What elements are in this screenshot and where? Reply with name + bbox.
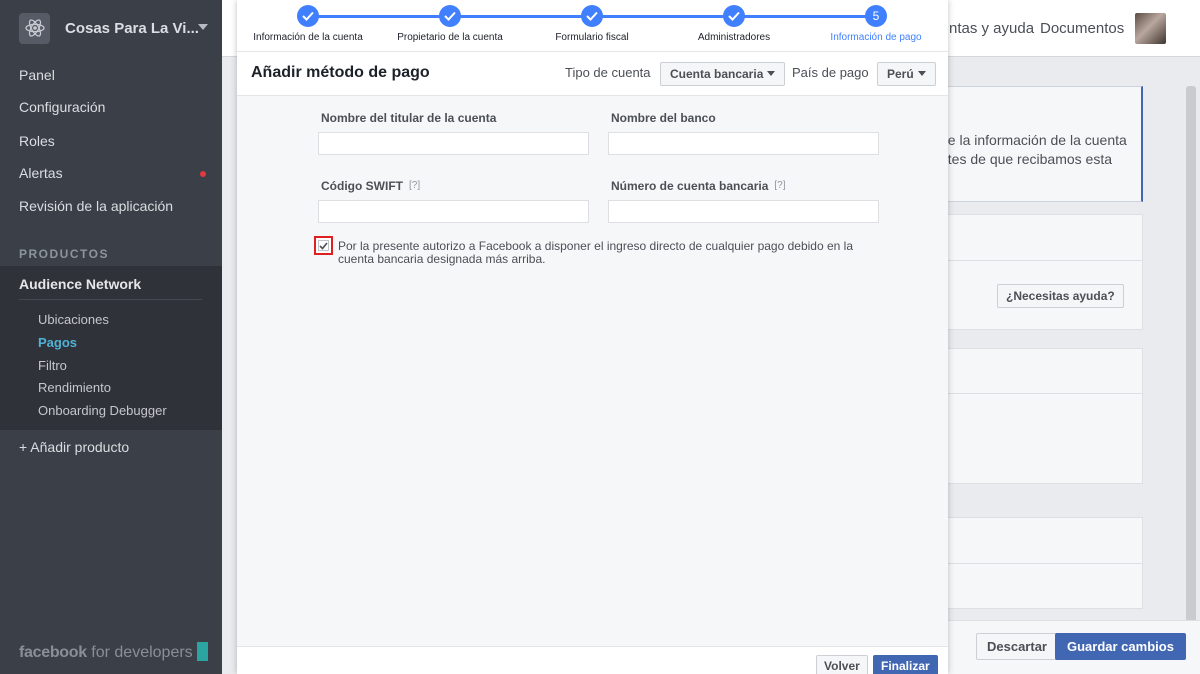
chevron-down-icon[interactable] [198, 24, 208, 30]
country-label: País de pago [792, 65, 869, 80]
topbar-link-help[interactable]: ntas y ayuda [949, 20, 1034, 37]
account-type-label: Tipo de cuenta [565, 65, 651, 80]
sidebar-item-configuracion[interactable]: Configuración [19, 99, 105, 115]
back-button[interactable]: Volver [816, 655, 868, 674]
app-name: Cosas Para La Vi... [65, 19, 199, 37]
dialog-body: Nombre del titular de la cuenta Nombre d… [237, 96, 948, 646]
info-text: ne la información de la cuenta ntes de q… [940, 132, 1127, 167]
step-5-number: 5 [865, 5, 887, 27]
country-dropdown[interactable]: Perú [877, 62, 936, 86]
swift-code-input[interactable] [318, 200, 589, 223]
account-number-label: Número de cuenta bancaria [?] [611, 179, 786, 193]
sidebar-item-alertas[interactable]: Alertas [19, 165, 63, 181]
finish-button[interactable]: Finalizar [873, 655, 938, 674]
consent-text: Por la presente autorizo a Facebook a di… [338, 239, 854, 266]
sidebar-subitem-rendimiento[interactable]: Rendimiento [38, 380, 111, 395]
consent-checkbox[interactable] [314, 236, 333, 255]
sidebar-subitem-pagos[interactable]: Pagos [38, 335, 77, 350]
step-label-3[interactable]: Formulario fiscal [555, 32, 628, 43]
avatar[interactable] [1135, 13, 1166, 44]
alert-badge-dot [200, 171, 206, 177]
bg-card [930, 214, 1143, 330]
dialog-footer: Volver Finalizar [237, 646, 948, 674]
account-type-dropdown[interactable]: Cuenta bancaria [660, 62, 786, 86]
save-changes-button[interactable]: Guardar cambios [1055, 633, 1186, 660]
facebook-developers-logo[interactable]: facebook for developers [19, 642, 208, 662]
sidebar-item-panel[interactable]: Panel [19, 67, 55, 83]
sidebar: Cosas Para La Vi... Panel Configuración … [0, 0, 222, 674]
sidebar-subitem-filtro[interactable]: Filtro [38, 358, 67, 373]
step-label-4[interactable]: Administradores [698, 32, 770, 43]
topbar-link-docs[interactable]: Documentos [1040, 20, 1124, 37]
help-button[interactable]: ¿Necesitas ayuda? [997, 284, 1124, 308]
product-audience-network[interactable]: Audience Network [19, 276, 141, 292]
product-group: Audience Network Ubicaciones Pagos Filtr… [0, 266, 222, 430]
step-label-1[interactable]: Información de la cuenta [253, 32, 363, 43]
holder-name-label: Nombre del titular de la cuenta [321, 111, 497, 125]
brand-square-icon [196, 642, 208, 661]
caret-down-icon [917, 71, 926, 76]
holder-name-input[interactable] [318, 132, 589, 155]
dialog-title: Añadir método de pago [251, 64, 430, 81]
swift-code-label: Código SWIFT [?] [321, 179, 421, 193]
add-product-link[interactable]: + Añadir producto [19, 439, 129, 455]
products-section-title: PRODUCTOS [19, 247, 109, 261]
discard-button[interactable]: Descartar [976, 633, 1058, 660]
sidebar-subitem-ubicaciones[interactable]: Ubicaciones [38, 312, 109, 327]
payment-method-dialog: 5 Información de la cuenta Propietario d… [237, 0, 948, 674]
bank-name-label: Nombre del banco [611, 111, 716, 125]
dialog-header: Añadir método de pago Tipo de cuenta Cue… [237, 53, 948, 96]
step-label-5: Información de pago [830, 32, 922, 43]
bank-name-input[interactable] [608, 132, 879, 155]
step-2-check-icon[interactable] [439, 5, 461, 27]
step-label-2[interactable]: Propietario de la cuenta [397, 32, 503, 43]
help-tooltip-icon[interactable]: [?] [774, 180, 785, 191]
step-4-check-icon[interactable] [723, 5, 745, 27]
progress-stepper: 5 Información de la cuenta Propietario d… [237, 0, 948, 52]
divider [930, 563, 1143, 564]
scrollbar[interactable] [1186, 86, 1196, 646]
checkmark-icon [318, 240, 329, 251]
sidebar-subitem-onboarding-debugger[interactable]: Onboarding Debugger [38, 403, 167, 418]
account-number-input[interactable] [608, 200, 879, 223]
atom-icon [19, 12, 50, 44]
sidebar-item-revision[interactable]: Revisión de la aplicación [19, 198, 173, 214]
app-switcher[interactable]: Cosas Para La Vi... [0, 0, 222, 56]
divider [930, 393, 1143, 394]
step-3-check-icon[interactable] [581, 5, 603, 27]
bg-card [930, 348, 1143, 484]
divider [930, 260, 1143, 261]
caret-down-icon [767, 71, 776, 76]
divider [19, 299, 202, 300]
step-1-check-icon[interactable] [297, 5, 319, 27]
sidebar-item-roles[interactable]: Roles [19, 133, 55, 149]
help-tooltip-icon[interactable]: [?] [409, 180, 420, 191]
